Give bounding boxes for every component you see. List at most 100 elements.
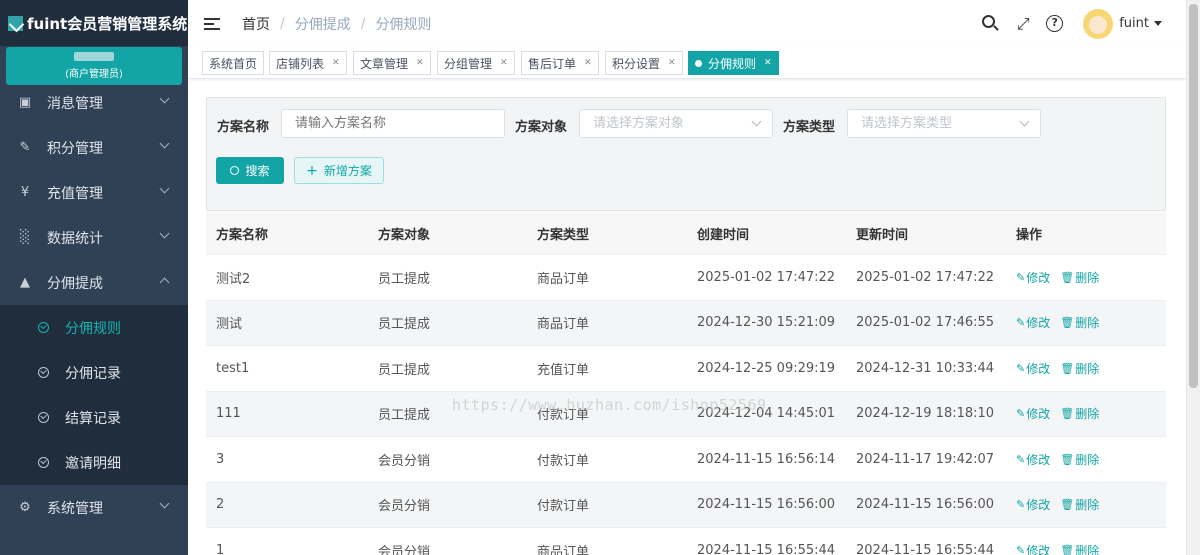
delete-link[interactable]: 🗑 删除 xyxy=(1060,360,1099,377)
tag-commission-rules[interactable]: 分佣规则 ✕ xyxy=(688,51,779,75)
search-icon[interactable] xyxy=(982,14,1000,33)
chevron-up-icon xyxy=(159,277,170,288)
cell-name: test1 xyxy=(216,360,250,376)
tag-dashboard[interactable]: 系统首页 xyxy=(202,51,265,75)
edit-label: 修改 xyxy=(1026,498,1051,513)
cell-name: 测试2 xyxy=(216,271,251,287)
caret-down-icon[interactable] xyxy=(1154,21,1162,26)
edit-icon: ✎ xyxy=(1016,361,1026,375)
edit-icon: ✎ xyxy=(1016,407,1026,421)
delete-link[interactable]: 🗑 删除 xyxy=(1060,314,1099,331)
breadcrumb-home[interactable]: 首页 xyxy=(242,14,270,34)
tag-label: 店铺列表 xyxy=(276,56,325,71)
table-body: 测试2 员工提成 商品订单 2025-01-02 17:47:22 2025-01-02… xyxy=(206,255,1166,555)
check-circle-icon xyxy=(38,367,49,378)
select-placeholder: 请选择方案对象 xyxy=(593,116,685,131)
breadcrumb-separator: / xyxy=(280,15,285,32)
sidebar-item-messages[interactable]: ▣ 消息管理 xyxy=(0,80,188,125)
edit-link[interactable]: ✎ 修改 xyxy=(1016,496,1050,513)
active-dot-icon xyxy=(695,59,702,67)
table-row: 测试 员工提成 商品订单 2024-12-30 15:21:09 2025-01-02 … xyxy=(206,300,1166,346)
chevron-down-icon xyxy=(159,183,170,194)
edit-link[interactable]: ✎ 修改 xyxy=(1016,405,1050,422)
user-role: (商户管理员) xyxy=(65,69,123,80)
tag-refunds[interactable]: 售后订单 ✕ xyxy=(521,51,599,75)
username[interactable]: fuint xyxy=(1119,16,1149,31)
cell-name: 2 xyxy=(216,497,225,513)
close-icon[interactable]: ✕ xyxy=(668,58,676,68)
sidebar-subitem-commission-rules[interactable]: 分佣规则 xyxy=(0,305,188,350)
help-icon[interactable]: ? xyxy=(1046,15,1064,32)
sidebar-item-label: 分佣提成 xyxy=(47,275,103,292)
edit-link[interactable]: ✎ 修改 xyxy=(1016,542,1050,555)
scrollbar-thumb[interactable] xyxy=(1189,4,1198,388)
trash-icon: 🗑 xyxy=(1060,498,1075,512)
column-header: 方案对象 xyxy=(378,227,431,243)
edit-link[interactable]: ✎ 修改 xyxy=(1016,314,1050,331)
chevron-down-icon xyxy=(751,116,762,127)
edit-icon: ✎ xyxy=(19,140,31,155)
sidebar-item-statistics[interactable]: ░ 数据统计 xyxy=(0,215,188,260)
trash-icon: 🗑 xyxy=(1060,543,1075,555)
header-actions: ⤢ ? fuint xyxy=(968,0,1162,47)
scheme-type-select[interactable]: 请选择方案类型 xyxy=(847,109,1041,138)
menu-toggle-icon[interactable] xyxy=(204,15,220,33)
fullscreen-icon[interactable]: ⤢ xyxy=(1014,14,1032,33)
scheme-target-select[interactable]: 请选择方案对象 xyxy=(579,109,773,138)
delete-label: 删除 xyxy=(1075,407,1100,422)
sidebar-item-system[interactable]: ⚙ 系统管理 xyxy=(0,485,188,530)
table-header: 方案名称 方案对象 方案类型 创建时间 更新时间 操作 xyxy=(206,212,1166,255)
close-icon[interactable]: ✕ xyxy=(332,58,340,68)
delete-label: 删除 xyxy=(1075,452,1100,467)
sidebar-item-recharge[interactable]: ¥ 充值管理 xyxy=(0,170,188,215)
page-scrollbar[interactable] xyxy=(1186,0,1200,555)
delete-link[interactable]: 🗑 删除 xyxy=(1060,405,1099,422)
tag-groups[interactable]: 分组管理 ✕ xyxy=(437,51,515,75)
cell-created: 2024-12-25 09:29:19 xyxy=(697,360,836,376)
row-actions: ✎ 修改 🗑 删除 xyxy=(1016,269,1099,286)
sidebar-item-points[interactable]: ✎ 积分管理 xyxy=(0,125,188,170)
tag-label: 分组管理 xyxy=(444,56,493,71)
select-placeholder: 请选择方案类型 xyxy=(861,116,953,131)
cell-created: 2024-12-30 15:21:09 xyxy=(697,315,836,331)
gear-icon: ⚙ xyxy=(19,500,31,515)
close-icon[interactable]: ✕ xyxy=(584,58,592,68)
sidebar-item-commission[interactable]: ▲ 分佣提成 xyxy=(0,260,188,305)
delete-link[interactable]: 🗑 删除 xyxy=(1060,496,1099,513)
sidebar-subitem-invite-details[interactable]: 邀请明细 xyxy=(0,440,188,485)
tag-articles[interactable]: 文章管理 ✕ xyxy=(353,51,431,75)
breadcrumb-separator: / xyxy=(360,15,366,32)
delete-link[interactable]: 🗑 删除 xyxy=(1060,542,1099,555)
logo-icon xyxy=(8,15,23,31)
delete-link[interactable]: 🗑 删除 xyxy=(1060,451,1099,468)
hierarchy-icon: ▲ xyxy=(20,275,30,290)
app-logo[interactable]: fuint会员营销管理系统 xyxy=(0,0,188,46)
trash-icon: 🗑 xyxy=(1060,316,1075,330)
delete-label: 删除 xyxy=(1075,361,1100,376)
sidebar-subitem-commission-records[interactable]: 分佣记录 xyxy=(0,350,188,395)
close-icon[interactable]: ✕ xyxy=(764,58,772,68)
cell-target: 员工提成 xyxy=(378,408,431,424)
edit-link[interactable]: ✎ 修改 xyxy=(1016,269,1050,286)
tag-stores[interactable]: 店铺列表 ✕ xyxy=(269,51,347,75)
tag-points-settings[interactable]: 积分设置 ✕ xyxy=(605,51,683,75)
sidebar-item-label: 系统管理 xyxy=(47,500,103,517)
sidebar-subitem-settlement-records[interactable]: 结算记录 xyxy=(0,395,188,440)
add-scheme-button[interactable]: + 新增方案 xyxy=(294,157,384,184)
cell-target: 员工提成 xyxy=(378,271,431,287)
close-icon[interactable]: ✕ xyxy=(416,58,424,68)
avatar[interactable] xyxy=(1083,8,1114,39)
close-icon[interactable]: ✕ xyxy=(500,58,508,68)
scheme-name-input[interactable] xyxy=(281,109,505,138)
cell-target: 会员分销 xyxy=(378,453,431,469)
sidebar-item-label: 积分管理 xyxy=(47,140,103,157)
edit-link[interactable]: ✎ 修改 xyxy=(1016,360,1050,377)
edit-label: 修改 xyxy=(1026,407,1051,422)
edit-link[interactable]: ✎ 修改 xyxy=(1016,451,1050,468)
delete-link[interactable]: 🗑 删除 xyxy=(1060,269,1099,286)
search-button[interactable]: 搜索 xyxy=(216,157,284,184)
button-label: 搜索 xyxy=(245,164,270,178)
edit-icon: ✎ xyxy=(1016,270,1026,284)
cell-target: 员工提成 xyxy=(378,362,431,378)
chevron-down-icon xyxy=(159,93,170,104)
